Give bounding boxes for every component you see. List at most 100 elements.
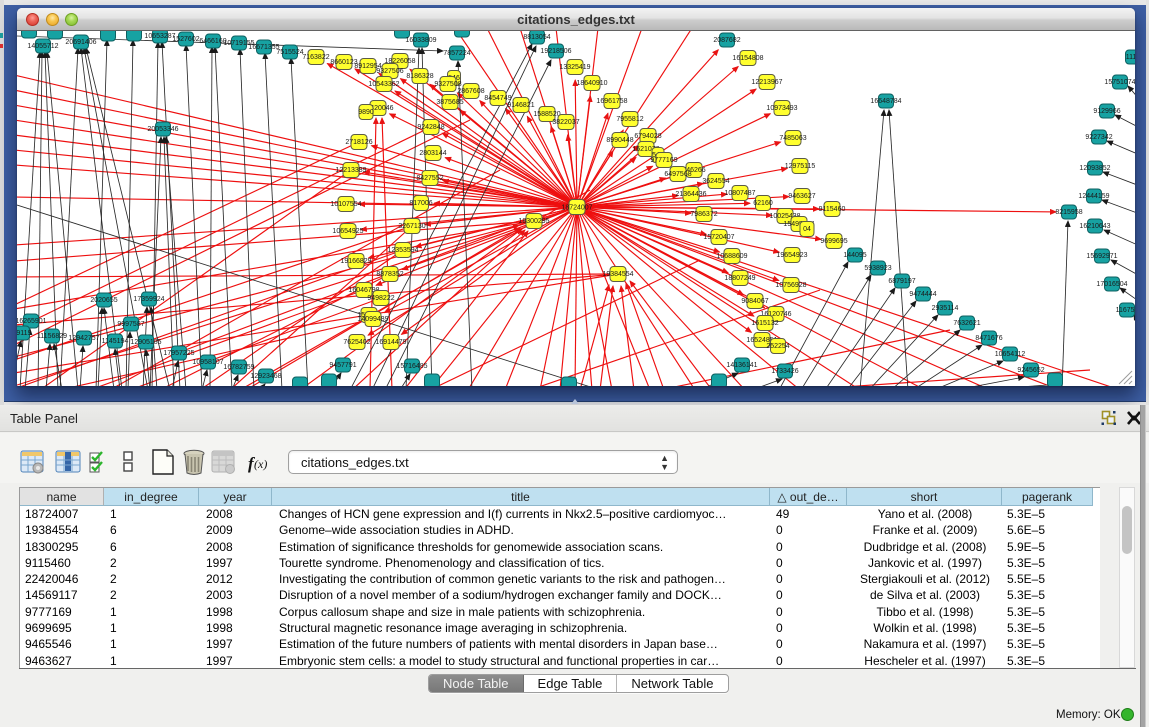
- svg-text:3875685: 3875685: [436, 99, 463, 106]
- svg-text:2935114: 2935114: [932, 305, 959, 312]
- svg-text:17957225: 17957225: [163, 350, 194, 357]
- svg-text:16914479: 16914479: [375, 339, 406, 346]
- svg-text:817006: 817006: [409, 200, 432, 207]
- svg-text:7163822: 7163822: [302, 54, 329, 61]
- svg-text:9777169: 9777169: [650, 157, 677, 164]
- svg-text:16961758: 16961758: [596, 98, 627, 105]
- svg-text:8427552: 8427552: [416, 175, 443, 182]
- svg-text:39119: 39119: [17, 330, 32, 337]
- svg-text:3822037: 3822037: [552, 119, 579, 126]
- svg-text:9327506: 9327506: [376, 68, 403, 75]
- svg-text:(x): (x): [254, 457, 267, 471]
- svg-text:7632621: 7632621: [953, 320, 980, 327]
- svg-text:9242848: 9242848: [417, 124, 444, 131]
- svg-text:16671355: 16671355: [248, 44, 279, 51]
- svg-text:7485063: 7485063: [779, 135, 806, 142]
- svg-text:19166829: 19166829: [340, 258, 371, 265]
- svg-text:12213967: 12213967: [751, 79, 782, 86]
- svg-text:12905185: 12905185: [130, 339, 161, 346]
- svg-text:2087682: 2087682: [713, 37, 740, 44]
- svg-text:18807249: 18807249: [724, 275, 755, 282]
- svg-text:9084067: 9084067: [741, 298, 768, 305]
- svg-text:19654923: 19654923: [776, 252, 807, 259]
- svg-text:6879197: 6879197: [888, 278, 915, 285]
- svg-text:9146821: 9146821: [507, 102, 534, 109]
- svg-text:12975115: 12975115: [785, 163, 816, 170]
- svg-text:9327508: 9327508: [434, 81, 461, 88]
- svg-text:8813054: 8813054: [523, 34, 550, 41]
- svg-text:10973493: 10973493: [766, 105, 797, 112]
- svg-text:8454749: 8454749: [484, 95, 511, 102]
- svg-text:19384554: 19384554: [602, 271, 633, 278]
- svg-text:144095: 144095: [843, 252, 866, 259]
- svg-text:10756928: 10756928: [775, 282, 806, 289]
- svg-text:10543362: 10543362: [368, 81, 399, 88]
- svg-text:10688609: 10688609: [716, 253, 747, 260]
- svg-text:16154808: 16154808: [732, 55, 763, 62]
- svg-text:3267130: 3267130: [398, 223, 425, 230]
- svg-text:2020655: 2020655: [90, 297, 117, 304]
- svg-text:6794028: 6794028: [634, 133, 661, 140]
- svg-text:9115460: 9115460: [819, 206, 846, 213]
- svg-text:8215958: 8215958: [1055, 209, 1082, 216]
- svg-text:7857224: 7857224: [443, 50, 470, 57]
- svg-text:9457791: 9457791: [329, 362, 356, 369]
- svg-text:1615132: 1615132: [751, 320, 778, 327]
- svg-text:12923468: 12923468: [250, 373, 281, 380]
- svg-text:9463627: 9463627: [788, 193, 815, 200]
- svg-text:9997587: 9997587: [117, 321, 144, 328]
- svg-text:12444159: 12444159: [1078, 193, 1109, 200]
- svg-text:18640910: 18640910: [576, 80, 607, 87]
- svg-text:15720407: 15720407: [703, 234, 734, 241]
- svg-text:7625402: 7625402: [343, 339, 370, 346]
- svg-text:16782759: 16782759: [223, 364, 254, 371]
- svg-text:3624554: 3624554: [702, 178, 729, 185]
- svg-text:17016504: 17016504: [1096, 281, 1127, 288]
- svg-text:10958107: 10958107: [192, 359, 223, 366]
- svg-text:17359924: 17359924: [133, 296, 164, 303]
- svg-text:9474444: 9474444: [909, 291, 936, 298]
- svg-text:20053346: 20053346: [147, 126, 178, 133]
- svg-text:1112: 1112: [1126, 54, 1135, 61]
- svg-text:10107554: 10107554: [330, 201, 361, 208]
- svg-text:10654925: 10654925: [332, 228, 363, 235]
- svg-text:62160: 62160: [753, 200, 773, 207]
- svg-text:9245652: 9245652: [1017, 367, 1044, 374]
- svg-text:14136141: 14136141: [726, 362, 757, 369]
- svg-text:9699695: 9699695: [820, 238, 847, 245]
- svg-text:8471676: 8471676: [975, 335, 1002, 342]
- svg-text:9890: 9890: [358, 109, 374, 116]
- svg-text:12353594: 12353594: [387, 247, 418, 254]
- svg-text:12093852: 12093852: [1079, 165, 1110, 172]
- svg-text:6497568: 6497568: [664, 171, 691, 178]
- svg-text:1527602: 1527602: [172, 36, 199, 43]
- svg-text:16648784: 16648784: [870, 98, 901, 105]
- svg-text:13325419: 13325419: [559, 64, 590, 71]
- svg-text:1588520: 1588520: [533, 111, 560, 118]
- svg-text:15692971: 15692971: [1086, 253, 1117, 260]
- svg-text:10654112: 10654112: [995, 351, 1026, 358]
- svg-text:14099489: 14099489: [357, 316, 388, 323]
- svg-text:10807487: 10807487: [724, 190, 755, 197]
- svg-text:7515524: 7515524: [276, 49, 303, 56]
- svg-text:11156829: 11156829: [37, 333, 67, 340]
- svg-text:7955812: 7955812: [616, 116, 643, 123]
- svg-text:2803144: 2803144: [419, 150, 446, 157]
- svg-text:14055712: 14055712: [27, 43, 58, 50]
- svg-text:8990448: 8990448: [606, 137, 633, 144]
- svg-text:9227342: 9227342: [1085, 134, 1112, 141]
- svg-text:2867608: 2867608: [457, 88, 484, 95]
- svg-text:15716485: 15716485: [396, 363, 427, 370]
- svg-text:1733426: 1733426: [771, 368, 798, 375]
- svg-text:116753: 116753: [1116, 307, 1135, 314]
- svg-text:12942757: 12942757: [68, 335, 99, 342]
- svg-text:20691406: 20691406: [65, 39, 96, 46]
- svg-text:16210643: 16210643: [1079, 223, 1110, 230]
- svg-text:7986372: 7986372: [690, 211, 717, 218]
- svg-text:19218506: 19218506: [540, 48, 571, 55]
- svg-text:15751074: 15751074: [1104, 79, 1135, 86]
- svg-text:8878352: 8878352: [376, 271, 403, 278]
- svg-text:21364436: 21364436: [675, 191, 706, 198]
- svg-text:18300295: 18300295: [518, 218, 549, 225]
- svg-text:252254: 252254: [766, 343, 789, 350]
